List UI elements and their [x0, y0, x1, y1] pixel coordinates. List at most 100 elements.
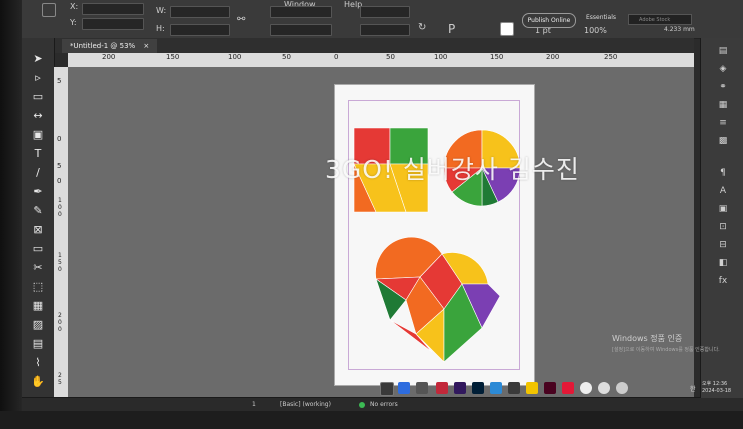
eyedropper-tool-icon[interactable]: ⌇ [30, 356, 46, 370]
size-value[interactable]: 4.233 mm [664, 26, 695, 33]
indesign-icon[interactable] [544, 382, 556, 394]
scale-y-field[interactable] [360, 24, 410, 36]
pages-icon[interactable]: ▤ [717, 46, 729, 56]
task-view-icon[interactable] [416, 382, 428, 394]
rotate-field[interactable] [270, 6, 332, 18]
y-label: Y: [70, 18, 77, 27]
activation-subtitle: [설정]으로 이동하여 Windows를 정품 인증합니다. [612, 347, 720, 353]
pencil-tool-icon[interactable]: ✎ [30, 204, 46, 218]
ruler-number: 2 0 0 [58, 312, 62, 333]
y-field[interactable] [82, 18, 144, 30]
ruler-number: 50 [282, 53, 291, 61]
x-label: X: [70, 2, 79, 11]
opacity-value[interactable]: 100% [584, 26, 607, 35]
gap-tool-icon[interactable]: ↔ [30, 109, 46, 123]
ruler-number: 1 5 0 [58, 252, 62, 273]
ruler-number: 50 [386, 53, 395, 61]
workspace-switcher[interactable]: Essentials [586, 14, 616, 21]
vertical-ruler: 5 0 5 0 1 0 0 1 5 0 2 0 0 2 5 [54, 67, 69, 397]
activation-title: Windows 정품 인증 [612, 334, 683, 343]
layers-icon[interactable]: ◈ [717, 64, 729, 74]
ruler-number: 0 [57, 177, 62, 185]
reference-point-icon[interactable] [42, 3, 56, 17]
windows-start-icon[interactable] [398, 382, 410, 394]
w-field[interactable] [170, 6, 230, 18]
free-transform-tool-icon[interactable]: ⬚ [30, 280, 46, 294]
w-label: W: [156, 6, 167, 15]
object-styles-icon[interactable]: ▣ [717, 204, 729, 214]
watermark-text: 3GO! 실버강사 김수진 [325, 155, 580, 184]
app-icon[interactable] [508, 382, 520, 394]
content-collector-icon[interactable]: ▣ [30, 128, 46, 142]
photoshop-icon[interactable] [472, 382, 484, 394]
tangram-artwork[interactable] [334, 84, 534, 384]
h-label: H: [156, 24, 165, 33]
ruler-number: 2 5 [58, 372, 62, 386]
gradient-swatch-tool-icon[interactable]: ▦ [30, 299, 46, 313]
constrain-link-icon[interactable]: ⚯ [237, 14, 249, 26]
scissors-tool-icon[interactable]: ✂ [30, 261, 46, 275]
cc-libraries-icon[interactable]: ▦ [717, 100, 729, 110]
stroke-icon[interactable]: ≡ [717, 118, 729, 128]
document-tab-bar: *Untitled-1 @ 53% × [54, 38, 694, 53]
paragraph-styles-icon[interactable]: ¶ [717, 168, 729, 178]
rectangle-tool-icon[interactable]: ▭ [30, 242, 46, 256]
tangram-heart[interactable] [375, 236, 501, 363]
line-tool-icon[interactable]: / [30, 166, 46, 180]
browser-icon[interactable] [490, 382, 502, 394]
ruler-number: 5 [57, 162, 62, 170]
close-icon[interactable]: × [143, 42, 149, 50]
page-tool-icon[interactable]: ▭ [30, 90, 46, 104]
stock-search-input[interactable]: Adobe Stock [628, 14, 692, 25]
search-icon[interactable] [380, 382, 394, 396]
ruler-number: 150 [166, 53, 180, 61]
horizontal-ruler: 200 150 100 50 0 50 100 150 200 250 [68, 53, 694, 68]
ime-indicator[interactable]: 한 [690, 384, 696, 393]
note-tool-icon[interactable]: ▤ [30, 337, 46, 351]
ruler-number: 200 [546, 53, 560, 61]
monitor-bottom-bezel [0, 411, 743, 429]
clock-time[interactable]: 오후 12:36 [702, 380, 727, 387]
app-circle-icon[interactable] [598, 382, 610, 394]
gradient-feather-tool-icon[interactable]: ▨ [30, 318, 46, 332]
scale-x-field[interactable] [360, 6, 410, 18]
links-icon[interactable]: ⚭ [717, 82, 729, 92]
chrome-icon[interactable] [580, 382, 592, 394]
indesign-window: Window Help X: Y: W: H: ⚯ ↻ P 1 pt 100% … [0, 0, 743, 429]
swatches-icon[interactable]: ▩ [717, 136, 729, 146]
ruler-number: 100 [228, 53, 242, 61]
shear-field[interactable] [270, 24, 332, 36]
paragraph-icon[interactable]: P [448, 22, 460, 36]
pathfinder-icon[interactable]: ◧ [717, 258, 729, 268]
fill-swatch-icon[interactable] [500, 22, 514, 36]
h-field[interactable] [170, 24, 230, 36]
premiere-icon[interactable] [454, 382, 466, 394]
type-tool-icon[interactable]: T [30, 147, 46, 161]
ruler-number: 1 0 0 [58, 197, 62, 218]
tools-panel: ➤ ▹ ▭ ↔ ▣ T / ✒ ✎ ⊠ ▭ ✂ ⬚ ▦ ▨ ▤ ⌇ ✋ ⌕ [22, 38, 55, 429]
rotate-icon[interactable]: ↻ [418, 22, 430, 34]
clock-date[interactable]: 2024-03-18 [702, 388, 731, 394]
kakaotalk-icon[interactable] [526, 382, 538, 394]
publish-online-button[interactable]: Publish Online [522, 13, 576, 28]
character-styles-icon[interactable]: A [717, 186, 729, 196]
selection-tool-icon[interactable]: ➤ [30, 52, 46, 66]
ruler-number: 0 [334, 53, 339, 61]
align-icon[interactable]: ⊟ [717, 240, 729, 250]
x-field[interactable] [82, 3, 144, 15]
ruler-number: 100 [434, 53, 448, 61]
effects-icon[interactable]: fx [717, 276, 729, 286]
tab-untitled-1[interactable]: *Untitled-1 @ 53% × [62, 39, 158, 53]
app-circle-2-icon[interactable] [616, 382, 628, 394]
ruler-number: 200 [102, 53, 116, 61]
windows-taskbar: 한 오후 12:36 2024-03-18 [250, 368, 743, 406]
direct-selection-tool-icon[interactable]: ▹ [30, 71, 46, 85]
ruler-number: 0 [57, 135, 62, 143]
app-red-icon[interactable] [562, 382, 574, 394]
rectangle-frame-tool-icon[interactable]: ⊠ [30, 223, 46, 237]
hand-tool-icon[interactable]: ✋ [30, 375, 46, 389]
text-wrap-icon[interactable]: ⊡ [717, 222, 729, 232]
tab-label: *Untitled-1 @ 53% [70, 42, 136, 50]
pen-tool-icon[interactable]: ✒ [30, 185, 46, 199]
acrobat-icon[interactable] [436, 382, 448, 394]
